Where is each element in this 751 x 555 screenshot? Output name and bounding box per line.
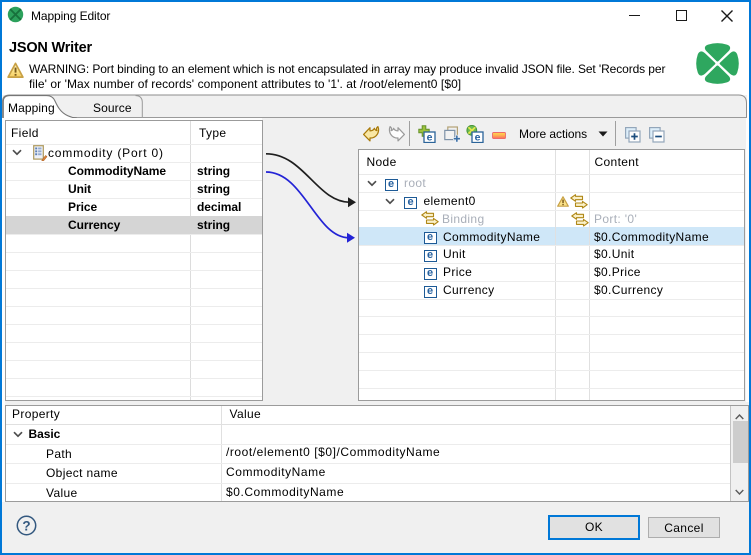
svg-text:e: e [426,131,432,143]
svg-text:?: ? [22,518,30,533]
svg-text:e: e [474,131,480,143]
